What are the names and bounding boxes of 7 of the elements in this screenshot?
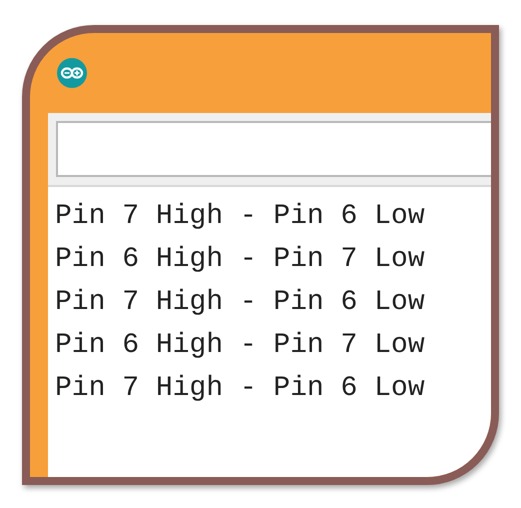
output-line: Pin 7 High - Pin 6 Low — [55, 200, 426, 234]
input-field[interactable] — [56, 121, 491, 177]
output-line: Pin 7 High - Pin 6 Low — [55, 372, 426, 406]
output-line: Pin 6 High - Pin 7 Low — [55, 329, 426, 363]
infinity-logo-icon — [57, 58, 87, 88]
output-line: Pin 7 High - Pin 6 Low — [55, 286, 426, 320]
output-line: Pin 6 High - Pin 7 Low — [55, 243, 426, 277]
